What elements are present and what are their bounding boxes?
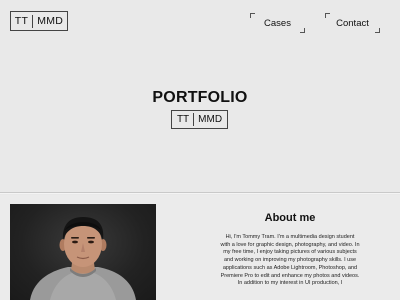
hero-title: PORTFOLIO	[152, 89, 248, 106]
corner-bracket-icon	[325, 13, 330, 18]
portrait-photo	[10, 204, 156, 300]
logo-left-text: TT	[14, 15, 29, 27]
corner-bracket-icon	[250, 13, 255, 18]
nav-contact-link[interactable]: Contact	[325, 13, 380, 33]
corner-bracket-icon	[300, 28, 305, 33]
nav-cases-label: Cases	[264, 17, 291, 29]
logo-separator	[32, 14, 34, 28]
corner-bracket-icon	[375, 28, 380, 33]
nav-cases-link[interactable]: Cases	[250, 13, 305, 33]
logo[interactable]: TT MMD	[10, 11, 68, 31]
hero-logo-left-text: TT	[176, 114, 190, 125]
hero-logo-separator	[193, 113, 195, 126]
logo-right-text: MMD	[37, 15, 64, 27]
nav-contact-label: Contact	[336, 17, 369, 29]
hero-logo: TT MMD	[171, 110, 228, 129]
portrait-illustration	[30, 217, 136, 300]
hero-logo-right-text: MMD	[198, 114, 223, 125]
section-divider	[0, 192, 400, 194]
about-heading: About me	[264, 212, 316, 224]
about-description: Hi, I'm Tommy Tram. I'm a multimedia des…	[220, 234, 360, 287]
